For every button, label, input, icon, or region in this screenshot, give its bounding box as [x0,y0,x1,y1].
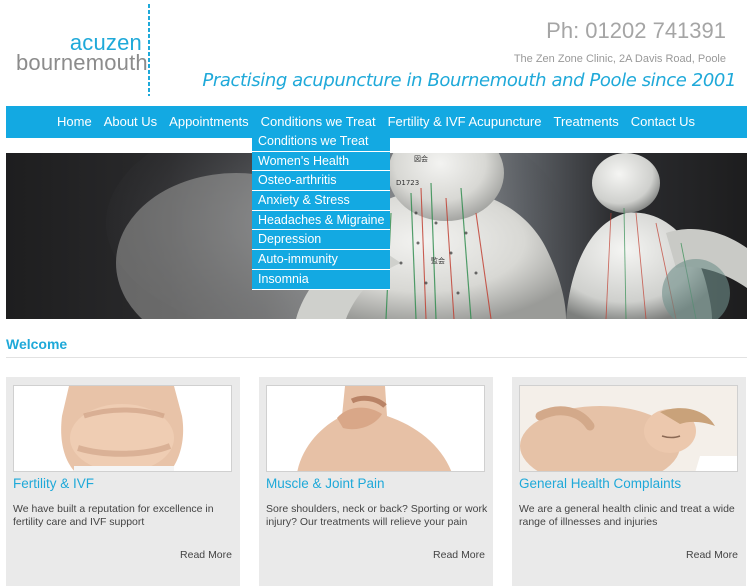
dropdown-item-womens-health[interactable]: Women's Health [252,151,390,172]
hero-figure-label-1: 図会 [414,154,428,163]
nav-item-home[interactable]: Home [57,106,92,138]
conditions-dropdown-menu: Conditions we Treat Women's Health Osteo… [252,132,390,290]
read-more-link[interactable]: Read More [686,549,738,561]
card-muscle-joint-pain: Muscle & Joint Pain Sore shoulders, neck… [259,377,493,586]
logo-bar-graphic [148,4,150,96]
dropdown-item-osteo-arthritis[interactable]: Osteo-arthritis [252,171,390,192]
card-image-massage[interactable] [519,385,738,472]
nav-item-treatments[interactable]: Treatments [553,106,618,138]
clinic-address: The Zen Zone Clinic, 2A Davis Road, Pool… [513,53,726,65]
hero-figure-label-2: D1723 [396,179,419,187]
card-image-pregnant-belly[interactable] [13,385,232,472]
phone-number: Ph: 01202 741391 [546,18,726,43]
card-image-neck-pain[interactable] [266,385,485,472]
site-logo[interactable]: acuzen bournemouth [16,4,156,96]
nav-item-fertility-ivf-acupuncture[interactable]: Fertility & IVF Acupuncture [388,106,542,138]
hero-figure-label-3: 監会 [431,256,445,265]
pregnant-belly-illustration [14,386,231,471]
read-more-link[interactable]: Read More [180,549,232,561]
welcome-divider [6,357,747,358]
card-title[interactable]: General Health Complaints [519,476,681,491]
card-fertility-ivf: Fertility & IVF We have built a reputati… [6,377,240,586]
welcome-heading: Welcome [6,336,68,352]
dropdown-item-insomnia[interactable]: Insomnia [252,269,390,290]
dropdown-item-headaches-migraine[interactable]: Headaches & Migraine [252,210,390,231]
card-description: Sore shoulders, neck or back? Sporting o… [266,503,488,528]
relaxing-woman-illustration [520,386,737,471]
dropdown-item-conditions-we-treat[interactable]: Conditions we Treat [252,132,390,152]
logo-text-bournemouth: bournemouth [16,50,148,75]
read-more-link[interactable]: Read More [433,549,485,561]
nav-item-appointments[interactable]: Appointments [169,106,249,138]
nav-item-contact-us[interactable]: Contact Us [631,106,695,138]
card-title[interactable]: Muscle & Joint Pain [266,476,385,491]
card-general-health-complaints: General Health Complaints We are a gener… [512,377,746,586]
dropdown-item-auto-immunity[interactable]: Auto-immunity [252,250,390,270]
dropdown-item-anxiety-stress[interactable]: Anxiety & Stress [252,191,390,211]
dropdown-item-depression[interactable]: Depression [252,230,390,251]
site-tagline: Practising acupuncture in Bournemouth an… [202,70,736,91]
neck-pain-illustration [267,386,484,471]
nav-item-about-us[interactable]: About Us [104,106,157,138]
card-description: We are a general health clinic and treat… [519,503,735,528]
card-description: We have built a reputation for excellenc… [13,503,214,528]
card-title[interactable]: Fertility & IVF [13,476,94,491]
